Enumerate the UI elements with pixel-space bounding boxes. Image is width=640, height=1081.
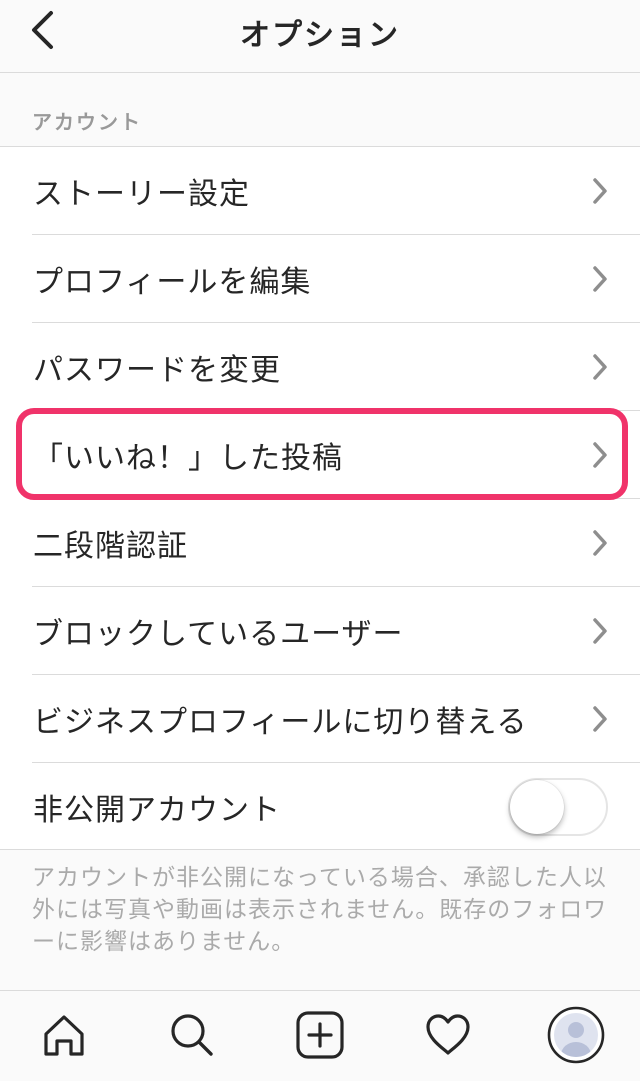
settings-item-label: 「いいね！」した投稿 [33,441,343,476]
settings-list: ストーリー設定 プロフィールを編集 パスワードを変更 「いいね！」した投稿 二段… [0,146,640,850]
tab-activity[interactable] [416,1003,480,1067]
settings-item-label: 二段階認証 [33,529,188,564]
toggle-knob [510,780,564,834]
page-title: オプション [240,18,400,53]
bottom-tab-bar [0,990,640,1081]
tab-new-post[interactable] [288,1003,352,1067]
settings-item-label: ブロックしているユーザー [33,617,404,652]
settings-item-private-account: 非公開アカウント [0,763,640,851]
section-label-account: アカウント [32,110,142,134]
private-account-description: アカウントが非公開になっている場合、承認した人以外には写真や動画は表示されません… [32,865,608,955]
chevron-right-icon [593,706,607,732]
private-account-toggle[interactable] [508,778,608,836]
add-post-icon [296,1011,344,1059]
settings-item-change-password[interactable]: パスワードを変更 [0,323,640,411]
settings-item-edit-profile[interactable]: プロフィールを編集 [0,235,640,323]
chevron-right-icon [593,354,607,380]
settings-item-label: 非公開アカウント [33,793,281,828]
chevron-right-icon [593,178,607,204]
settings-item-label: プロフィールを編集 [33,265,312,300]
profile-avatar-icon [547,1006,605,1064]
chevron-right-icon [593,618,607,644]
tab-search[interactable] [160,1003,224,1067]
settings-item-label: ストーリー設定 [33,177,250,212]
settings-item-label: パスワードを変更 [33,353,281,388]
settings-item-label: ビジネスプロフィールに切り替える [33,705,528,740]
tab-profile[interactable] [544,1003,608,1067]
chevron-right-icon [593,530,607,556]
settings-item-liked-posts[interactable]: 「いいね！」した投稿 [0,411,640,499]
settings-item-two-factor-auth[interactable]: 二段階認証 [0,499,640,587]
settings-item-switch-to-business[interactable]: ビジネスプロフィールに切り替える [0,675,640,763]
search-icon [171,1014,213,1056]
settings-item-blocked-users[interactable]: ブロックしているユーザー [0,587,640,675]
chevron-right-icon [593,266,607,292]
tab-home[interactable] [32,1003,96,1067]
home-icon [44,1015,84,1056]
heart-icon [426,1014,470,1055]
navigation-header: オプション [0,0,640,73]
settings-item-story-settings[interactable]: ストーリー設定 [0,147,640,235]
chevron-right-icon [593,442,607,468]
